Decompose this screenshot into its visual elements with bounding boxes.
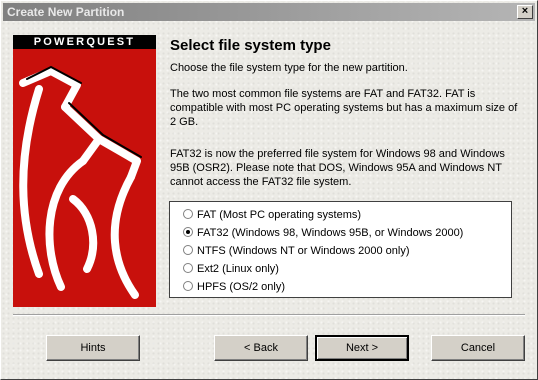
option-hpfs[interactable]: HPFS (OS/2 only) bbox=[183, 280, 285, 294]
option-label: HPFS (OS/2 only) bbox=[197, 281, 286, 293]
option-ntfs[interactable]: NTFS (Windows NT or Windows 2000 only) bbox=[183, 244, 410, 258]
intro-text: Choose the file system type for the new … bbox=[170, 62, 408, 74]
logo-graphic bbox=[19, 65, 142, 299]
option-label: NTFS (Windows NT or Windows 2000 only) bbox=[197, 245, 410, 257]
filesystem-options: FAT (Most PC operating systems) FAT32 (W… bbox=[169, 201, 512, 298]
powerquest-logo: POWERQUEST bbox=[13, 35, 156, 307]
logo-brand-text: POWERQUEST bbox=[13, 35, 156, 49]
hints-button[interactable]: Hints bbox=[46, 335, 140, 361]
fat-description: The two most common file systems are FAT… bbox=[170, 88, 518, 128]
create-partition-dialog: Create New Partition × POWERQUEST Select… bbox=[0, 0, 538, 380]
radio-icon[interactable] bbox=[183, 245, 193, 255]
option-fat[interactable]: FAT (Most PC operating systems) bbox=[183, 208, 361, 222]
radio-icon[interactable] bbox=[183, 263, 193, 273]
close-button[interactable]: × bbox=[517, 5, 533, 19]
cancel-button[interactable]: Cancel bbox=[431, 335, 525, 361]
radio-icon[interactable] bbox=[183, 281, 193, 291]
back-button[interactable]: < Back bbox=[214, 335, 308, 361]
option-label: FAT (Most PC operating systems) bbox=[197, 209, 362, 221]
radio-selected-icon[interactable] bbox=[183, 227, 193, 237]
button-separator bbox=[13, 314, 525, 316]
option-label: FAT32 (Windows 98, Windows 95B, or Windo… bbox=[197, 227, 464, 239]
option-label: Ext2 (Linux only) bbox=[197, 263, 279, 275]
option-fat32[interactable]: FAT32 (Windows 98, Windows 95B, or Windo… bbox=[183, 226, 463, 240]
window-title: Create New Partition bbox=[7, 5, 125, 19]
radio-icon[interactable] bbox=[183, 209, 193, 219]
title-bar[interactable]: Create New Partition × bbox=[3, 3, 535, 21]
fat32-description: FAT32 is now the preferred file system f… bbox=[170, 148, 505, 188]
page-heading: Select file system type bbox=[170, 37, 331, 54]
next-button[interactable]: Next > bbox=[315, 335, 409, 361]
option-ext2[interactable]: Ext2 (Linux only) bbox=[183, 262, 279, 276]
